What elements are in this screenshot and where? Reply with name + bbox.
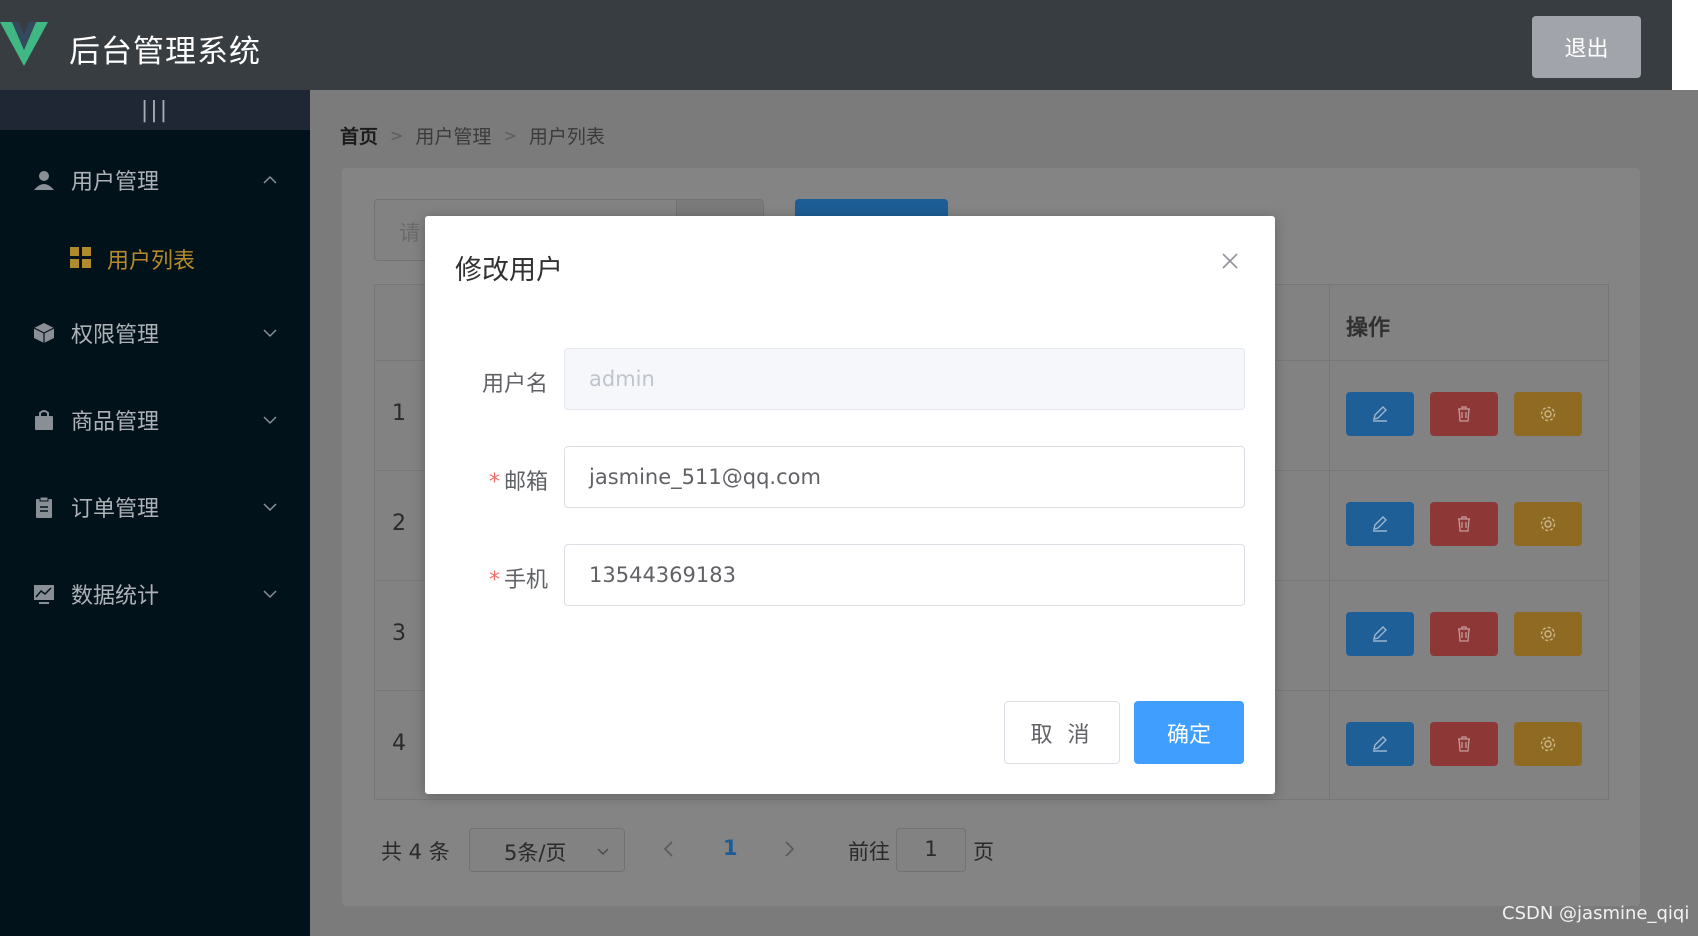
submenu-label: 用户列表: [107, 249, 196, 274]
breadcrumb-home[interactable]: 首页: [340, 122, 378, 149]
menu-label: 用户管理: [71, 170, 160, 195]
pencil-icon: [1373, 626, 1387, 642]
breadcrumb: 首页 > 用户管理 > 用户列表: [340, 122, 605, 149]
menu-data-statistics[interactable]: 数据统计: [0, 564, 310, 624]
cancel-button[interactable]: 取 消: [1004, 701, 1120, 764]
gear-icon: [1540, 626, 1556, 642]
table-header-operations: 操作: [1346, 316, 1391, 341]
trash-icon: [1458, 736, 1470, 752]
edit-button[interactable]: [1346, 392, 1414, 436]
page-edge: [1672, 0, 1698, 90]
page-size-select[interactable]: 5条/页: [469, 828, 625, 872]
top-header: 后台管理系统 退出: [0, 0, 1672, 90]
table-row-index: 3: [392, 621, 406, 646]
table-row-index: 2: [392, 511, 406, 536]
app-title: 后台管理系统: [69, 34, 261, 70]
grid-icon: [70, 247, 92, 269]
settings-button[interactable]: [1514, 722, 1582, 766]
cube-icon: [33, 323, 55, 343]
page-size-value: 5条/页: [504, 841, 567, 865]
vue-logo-icon: [0, 22, 48, 66]
clipboard-icon: [36, 496, 52, 518]
gear-icon: [1540, 406, 1556, 422]
mobile-input[interactable]: 13544369183: [564, 544, 1245, 606]
close-icon[interactable]: [1219, 250, 1241, 272]
menu-label: 数据统计: [71, 584, 160, 609]
confirm-button[interactable]: 确定: [1134, 701, 1244, 764]
menu-order-management[interactable]: 订单管理: [0, 477, 310, 537]
submenu-user-list[interactable]: 用户列表: [0, 227, 310, 287]
pencil-icon: [1373, 736, 1387, 752]
chevron-down-icon: [263, 329, 277, 338]
prev-page-icon[interactable]: [661, 840, 677, 858]
table-row-index: 4: [392, 731, 406, 756]
next-page-icon[interactable]: [781, 840, 797, 858]
sidebar-toggle-button[interactable]: |||: [0, 90, 310, 130]
dialog-title: 修改用户: [455, 255, 563, 286]
user-icon: [34, 171, 54, 190]
table-column-divider: [1329, 285, 1330, 800]
goto-prefix: 前往: [848, 840, 890, 864]
overlay-edge: [1672, 90, 1698, 936]
breadcrumb-separator-icon: >: [390, 126, 404, 145]
menu-user-management[interactable]: 用户管理: [0, 150, 310, 210]
email-label: * 邮箱: [488, 470, 548, 495]
email-input[interactable]: jasmine_511@qq.com: [564, 446, 1245, 508]
menu-label: 订单管理: [71, 497, 160, 522]
goto-suffix: 页: [973, 840, 994, 864]
watermark: CSDN @jasmine_qiqi: [1502, 903, 1690, 924]
settings-button[interactable]: [1514, 612, 1582, 656]
chevron-down-icon: [263, 590, 277, 599]
pencil-icon: [1373, 406, 1387, 422]
breadcrumb-level1: 用户管理: [415, 126, 492, 148]
sidebar: ||| 用户管理 用户列表 权限管理 商品管理 订单管理 数据统计: [0, 90, 310, 936]
username-label: 用户名: [481, 372, 548, 397]
pencil-icon: [1373, 516, 1387, 532]
gear-icon: [1540, 516, 1556, 532]
edit-user-dialog: 修改用户 用户名 admin * 邮箱 jasmine_511@qq.com * 手…: [425, 216, 1275, 794]
delete-button[interactable]: [1430, 392, 1498, 436]
menu-label: 权限管理: [71, 323, 160, 348]
mobile-label: * 手机: [488, 568, 548, 593]
chevron-up-icon: [263, 175, 277, 184]
settings-button[interactable]: [1514, 392, 1582, 436]
trash-icon: [1458, 406, 1470, 422]
chevron-down-icon: [263, 503, 277, 512]
chevron-down-icon: [597, 848, 609, 855]
breadcrumb-level2: 用户列表: [528, 126, 605, 148]
breadcrumb-separator-icon: >: [503, 126, 517, 145]
bag-icon: [35, 410, 53, 430]
goto-page-input[interactable]: 1: [896, 828, 966, 872]
delete-button[interactable]: [1430, 722, 1498, 766]
delete-button[interactable]: [1430, 502, 1498, 546]
page-number-current[interactable]: 1: [723, 836, 738, 860]
chevron-down-icon: [263, 416, 277, 425]
trash-icon: [1458, 516, 1470, 532]
menu-permission-management[interactable]: 权限管理: [0, 303, 310, 363]
delete-button[interactable]: [1430, 612, 1498, 656]
username-input: admin: [564, 348, 1245, 410]
menu-label: 商品管理: [71, 410, 160, 435]
chart-icon: [34, 585, 54, 604]
edit-button[interactable]: [1346, 502, 1414, 546]
gear-icon: [1540, 736, 1556, 752]
settings-button[interactable]: [1514, 502, 1582, 546]
table-row-index: 1: [392, 401, 406, 426]
logout-button[interactable]: 退出: [1532, 16, 1641, 78]
edit-button[interactable]: [1346, 612, 1414, 656]
menu-goods-management[interactable]: 商品管理: [0, 390, 310, 450]
trash-icon: [1458, 626, 1470, 642]
pagination-total: 共 4 条: [381, 840, 450, 864]
edit-button[interactable]: [1346, 722, 1414, 766]
